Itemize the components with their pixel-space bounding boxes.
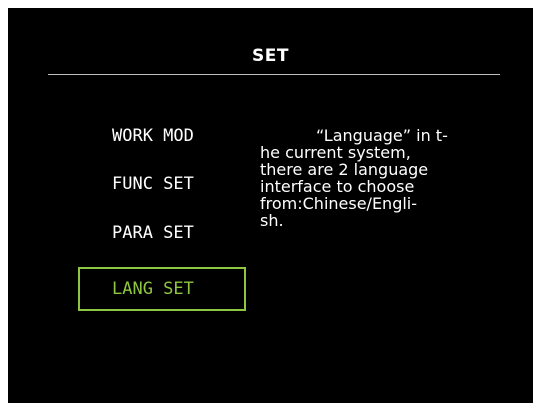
- help-description-line: there are 2 language: [260, 160, 429, 179]
- help-description-line: interface to choose: [260, 177, 415, 196]
- title-divider: [48, 74, 500, 75]
- menu-item-para-set[interactable]: PARA SET: [78, 211, 246, 255]
- help-description-line: “Language” in t-: [316, 126, 448, 145]
- menu-item-func-set[interactable]: FUNC SET: [78, 162, 246, 206]
- help-description-line: sh.: [260, 211, 284, 230]
- help-description: “Language” in t- he current system, ther…: [260, 127, 510, 229]
- menu-item-lang-set[interactable]: LANG SET: [78, 267, 246, 311]
- menu-item-work-mod[interactable]: WORK MOD: [78, 114, 246, 158]
- device-screen: SET WORK MOD FUNC SET PARA SET LANG SET …: [8, 8, 533, 403]
- help-description-line: he current system,: [260, 143, 411, 162]
- help-description-line: from:Chinese/Engli-: [260, 194, 418, 213]
- screen-title: SET: [252, 46, 289, 66]
